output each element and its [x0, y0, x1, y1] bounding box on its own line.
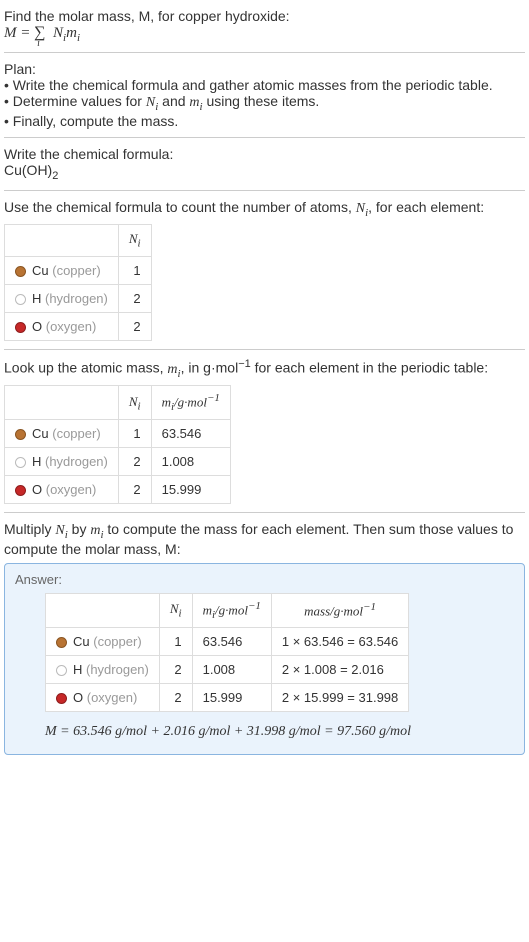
table-row: H (hydrogen) 2: [5, 284, 152, 312]
plan-title: Plan:: [4, 61, 525, 77]
answer-box: Answer: Ni mi/g·mol−1 mass/g·mol−1 Cu (c…: [4, 563, 525, 755]
table-row: O (oxygen) 2: [5, 312, 152, 340]
table-row: Cu (copper) 1 63.546 1 × 63.546 = 63.546: [46, 628, 409, 656]
mi-cell: 63.546: [192, 628, 271, 656]
mi-cell: 1.008: [151, 448, 230, 476]
mass-cell: 1 × 63.546 = 63.546: [271, 628, 408, 656]
count-title: Use the chemical formula to count the nu…: [4, 199, 525, 219]
multiply-text: Multiply Ni by mi to compute the mass fo…: [4, 521, 525, 557]
answer-table: Ni mi/g·mol−1 mass/g·mol−1 Cu (copper) 1…: [45, 593, 409, 712]
ni-cell: 2: [159, 684, 192, 712]
lookup-section: Look up the atomic mass, mi, in g·mol−1 …: [4, 354, 525, 508]
ni-cell: 1: [159, 628, 192, 656]
table-header-row: Ni mi/g·mol−1 mass/g·mol−1: [46, 594, 409, 628]
element-cell: H (hydrogen): [46, 656, 160, 684]
element-cell: O (oxygen): [46, 684, 160, 712]
element-dot-icon: [15, 485, 26, 496]
table-row: H (hydrogen) 2 1.008: [5, 448, 231, 476]
mass-header: mass/g·mol−1: [271, 594, 408, 628]
empty-header: [46, 594, 160, 628]
answer-label: Answer:: [15, 572, 514, 587]
empty-header: [5, 225, 119, 257]
divider: [4, 349, 525, 350]
mi-cell: 15.999: [151, 476, 230, 504]
ni-header: Ni: [159, 594, 192, 628]
ni-cell: 2: [118, 448, 151, 476]
intro-text: Find the molar mass, M, for copper hydro…: [4, 8, 290, 24]
plan-bullet-3: • Finally, compute the mass.: [4, 113, 525, 129]
element-dot-icon: [15, 457, 26, 468]
mi-header: mi/g·mol−1: [151, 386, 230, 420]
table-row: Cu (copper) 1: [5, 256, 152, 284]
ni-cell: 1: [118, 420, 151, 448]
ni-cell: 2: [159, 656, 192, 684]
mass-cell: 2 × 15.999 = 31.998: [271, 684, 408, 712]
element-dot-icon: [15, 266, 26, 277]
intro-section: Find the molar mass, M, for copper hydro…: [4, 4, 525, 48]
ni-cell: 2: [118, 476, 151, 504]
table-header-row: Ni mi/g·mol−1: [5, 386, 231, 420]
mi-cell: 63.546: [151, 420, 230, 448]
divider: [4, 52, 525, 53]
element-cell: O (oxygen): [5, 312, 119, 340]
element-cell: H (hydrogen): [5, 284, 119, 312]
table-header-row: Ni: [5, 225, 152, 257]
table-row: O (oxygen) 2 15.999: [5, 476, 231, 504]
element-cell: H (hydrogen): [5, 448, 119, 476]
ni-header: Ni: [118, 386, 151, 420]
multiply-section: Multiply Ni by mi to compute the mass fo…: [4, 517, 525, 759]
divider: [4, 137, 525, 138]
ni-cell: 1: [118, 256, 151, 284]
element-dot-icon: [56, 637, 67, 648]
element-dot-icon: [15, 322, 26, 333]
element-cell: Cu (copper): [5, 256, 119, 284]
plan-section: Plan: • Write the chemical formula and g…: [4, 57, 525, 133]
table-row: H (hydrogen) 2 1.008 2 × 1.008 = 2.016: [46, 656, 409, 684]
divider: [4, 512, 525, 513]
element-dot-icon: [56, 665, 67, 676]
mi-header: mi/g·mol−1: [192, 594, 271, 628]
lookup-table: Ni mi/g·mol−1 Cu (copper) 1 63.546 H (hy…: [4, 385, 231, 504]
mi-cell: 1.008: [192, 656, 271, 684]
table-row: Cu (copper) 1 63.546: [5, 420, 231, 448]
empty-header: [5, 386, 119, 420]
element-dot-icon: [15, 429, 26, 440]
element-dot-icon: [56, 693, 67, 704]
element-cell: Cu (copper): [46, 628, 160, 656]
element-cell: Cu (copper): [5, 420, 119, 448]
ni-cell: 2: [118, 284, 151, 312]
chemical-formula: Cu(OH)2: [4, 162, 525, 182]
divider: [4, 190, 525, 191]
mi-cell: 15.999: [192, 684, 271, 712]
final-equation: M = 63.546 g/mol + 2.016 g/mol + 31.998 …: [45, 724, 514, 740]
plan-bullet-1: • Write the chemical formula and gather …: [4, 77, 525, 93]
count-section: Use the chemical formula to count the nu…: [4, 195, 525, 345]
mass-cell: 2 × 1.008 = 2.016: [271, 656, 408, 684]
count-table: Ni Cu (copper) 1 H (hydrogen) 2 O (oxyge…: [4, 224, 152, 341]
intro-line1: Find the molar mass, M, for copper hydro…: [4, 8, 525, 24]
write-formula-section: Write the chemical formula: Cu(OH)2: [4, 142, 525, 186]
ni-header: Ni: [118, 225, 151, 257]
ni-cell: 2: [118, 312, 151, 340]
element-cell: O (oxygen): [5, 476, 119, 504]
element-dot-icon: [15, 294, 26, 305]
write-formula-title: Write the chemical formula:: [4, 146, 525, 162]
lookup-title: Look up the atomic mass, mi, in g·mol−1 …: [4, 358, 525, 379]
table-row: O (oxygen) 2 15.999 2 × 15.999 = 31.998: [46, 684, 409, 712]
plan-bullet-2: • Determine values for Ni and mi using t…: [4, 93, 525, 113]
molar-mass-formula: M = ∑i Nimi: [4, 24, 525, 44]
